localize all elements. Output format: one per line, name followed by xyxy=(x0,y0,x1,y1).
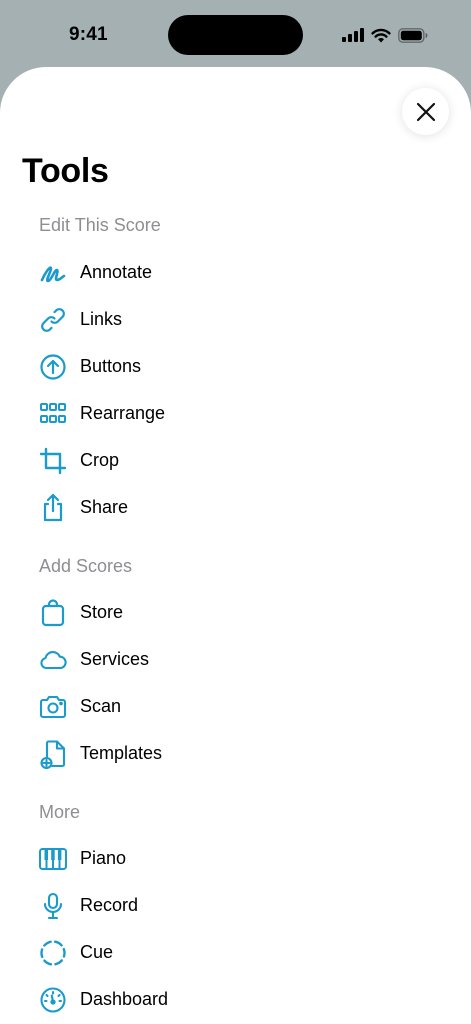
menu-item-label: Annotate xyxy=(80,262,153,282)
menu-item-label: Store xyxy=(80,602,124,622)
menu-item-label: Services xyxy=(80,649,150,669)
share-icon xyxy=(38,493,68,523)
menu-item-record[interactable]: Record xyxy=(0,882,471,929)
section-header-add-scores: Add Scores xyxy=(39,556,133,576)
grid-icon xyxy=(38,399,68,429)
section-header-edit: Edit This Score xyxy=(39,215,161,235)
menu-item-label: Record xyxy=(80,895,139,915)
menu-item-label: Buttons xyxy=(80,356,142,376)
menu-item-share[interactable]: Share xyxy=(0,484,471,531)
menu-item-templates[interactable]: Templates xyxy=(0,730,471,777)
menu-item-label: Share xyxy=(80,497,129,517)
menu-item-store[interactable]: Store xyxy=(0,589,471,636)
page-title: Tools xyxy=(22,152,109,190)
menu-item-annotate[interactable]: Annotate xyxy=(0,249,471,296)
menu-item-label: Piano xyxy=(80,848,127,868)
piano-icon xyxy=(38,844,68,874)
wifi-icon xyxy=(371,28,391,43)
menu-item-label: Dashboard xyxy=(80,989,169,1009)
menu-item-label: Links xyxy=(80,309,123,329)
link-icon xyxy=(38,305,68,335)
menu-item-services[interactable]: Services xyxy=(0,636,471,683)
tools-sheet: Tools Edit This Score Annotate Links But… xyxy=(0,67,471,1024)
menu-item-dashboard[interactable]: Dashboard xyxy=(0,976,471,1023)
menu-item-buttons[interactable]: Buttons xyxy=(0,343,471,390)
status-icons xyxy=(342,26,428,44)
scribble-icon xyxy=(38,258,68,288)
camera-icon xyxy=(38,692,68,722)
menu-item-label: Crop xyxy=(80,450,120,470)
menu-item-crop[interactable]: Crop xyxy=(0,437,471,484)
document-add-icon xyxy=(38,739,68,769)
battery-icon xyxy=(398,27,428,43)
menu-item-label: Templates xyxy=(80,743,163,763)
menu-item-label: Cue xyxy=(80,942,114,962)
cloud-icon xyxy=(38,645,68,675)
menu-item-scan[interactable]: Scan xyxy=(0,683,471,730)
section-header-more: More xyxy=(39,802,81,822)
status-bar: 9:41 xyxy=(0,0,471,70)
menu-item-rearrange[interactable]: Rearrange xyxy=(0,390,471,437)
close-icon xyxy=(416,102,436,122)
menu-item-piano[interactable]: Piano xyxy=(0,835,471,882)
menu-item-cue[interactable]: Cue xyxy=(0,929,471,976)
dashed-circle-icon xyxy=(38,938,68,968)
status-time: 9:41 xyxy=(69,24,108,45)
close-button[interactable] xyxy=(402,88,449,135)
menu-item-label: Scan xyxy=(80,696,122,716)
gauge-icon xyxy=(38,985,68,1015)
menu-item-links[interactable]: Links xyxy=(0,296,471,343)
arrow-up-circle-icon xyxy=(38,352,68,382)
dynamic-island xyxy=(168,15,303,55)
cellular-signal-icon xyxy=(342,28,364,42)
microphone-icon xyxy=(38,891,68,921)
bag-icon xyxy=(38,598,68,628)
menu-item-label: Rearrange xyxy=(80,403,166,423)
crop-icon xyxy=(38,446,68,476)
